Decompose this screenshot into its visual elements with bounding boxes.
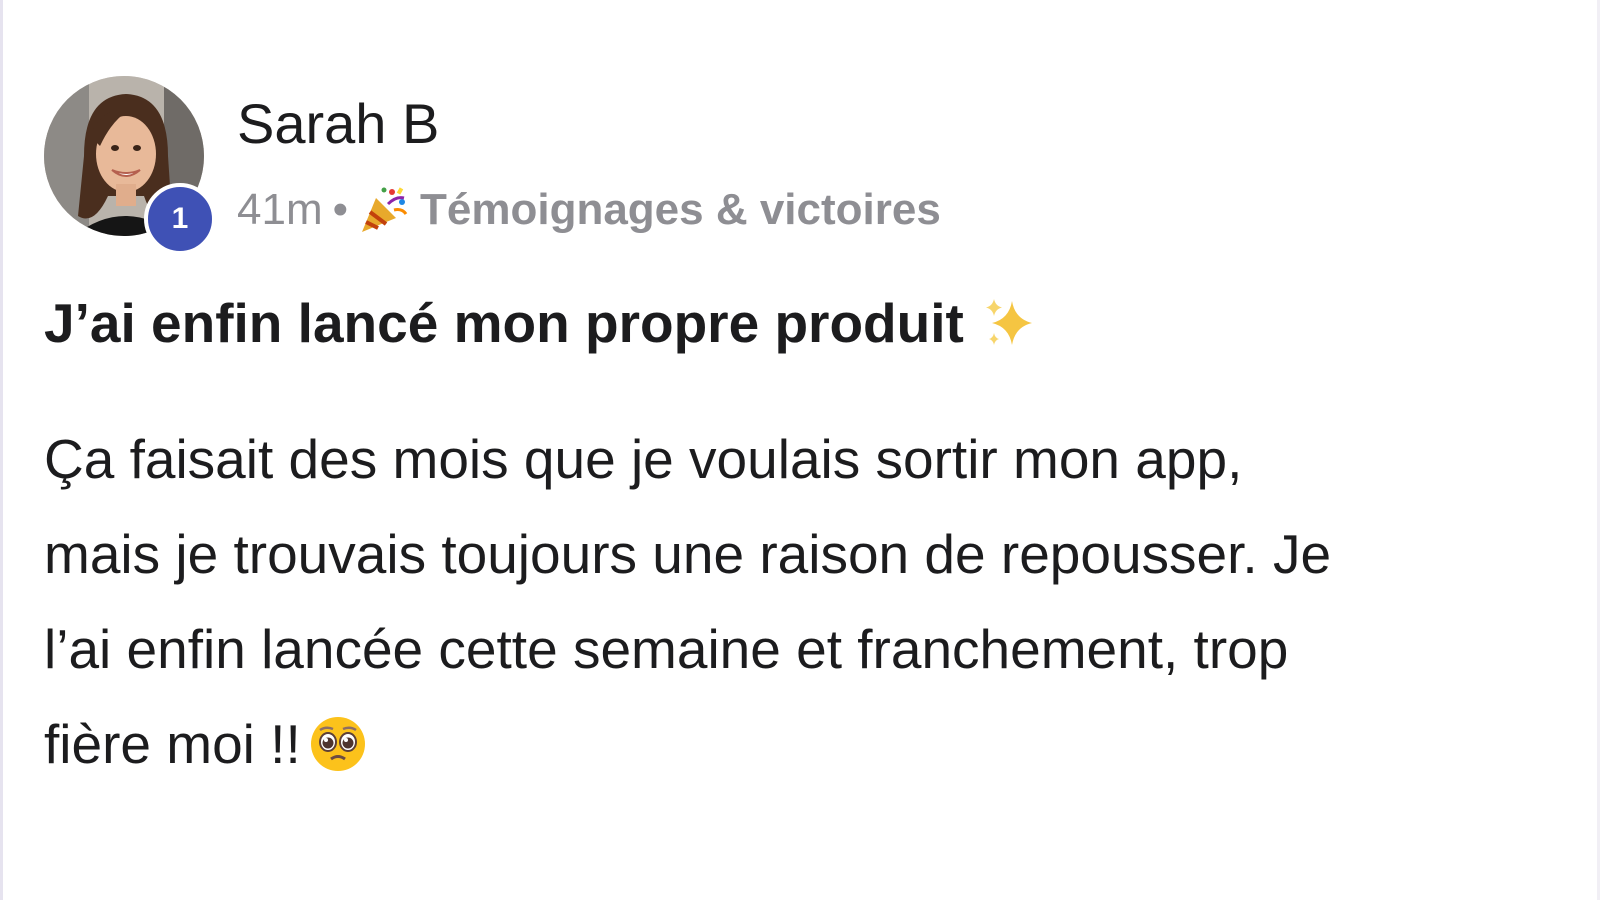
post-meta: 41m • Témoignages & victoires	[237, 184, 941, 237]
party-popper-icon	[358, 184, 410, 236]
sparkles-icon	[980, 293, 1040, 353]
body-line-text: fière moi !!	[44, 713, 301, 775]
author-name[interactable]: Sarah B	[237, 90, 439, 157]
body-line: l’ai enfin lancée cette semaine et franc…	[44, 618, 1289, 680]
post-card[interactable]: 1 Sarah B 41m • Témoignages & victoires …	[0, 0, 1600, 900]
meta-separator: •	[332, 185, 348, 234]
body-line: mais je trouvais toujours une raison de …	[44, 523, 1332, 585]
author-avatar-container[interactable]: 1	[44, 76, 216, 255]
pleading-face-icon	[309, 707, 367, 771]
body-line: Ça faisait des mois que je voulais sorti…	[44, 428, 1243, 490]
category-link[interactable]: Témoignages & victoires	[420, 184, 941, 237]
post-body: Ça faisait des mois que je voulais sorti…	[44, 412, 1544, 792]
body-line-last: fière moi !!	[44, 697, 1544, 792]
level-badge: 1	[144, 183, 216, 255]
post-time: 41m	[237, 185, 323, 234]
post-title-text: J’ai enfin lancé mon propre produit	[44, 292, 964, 354]
post-title[interactable]: J’ai enfin lancé mon propre produit	[44, 290, 1040, 356]
